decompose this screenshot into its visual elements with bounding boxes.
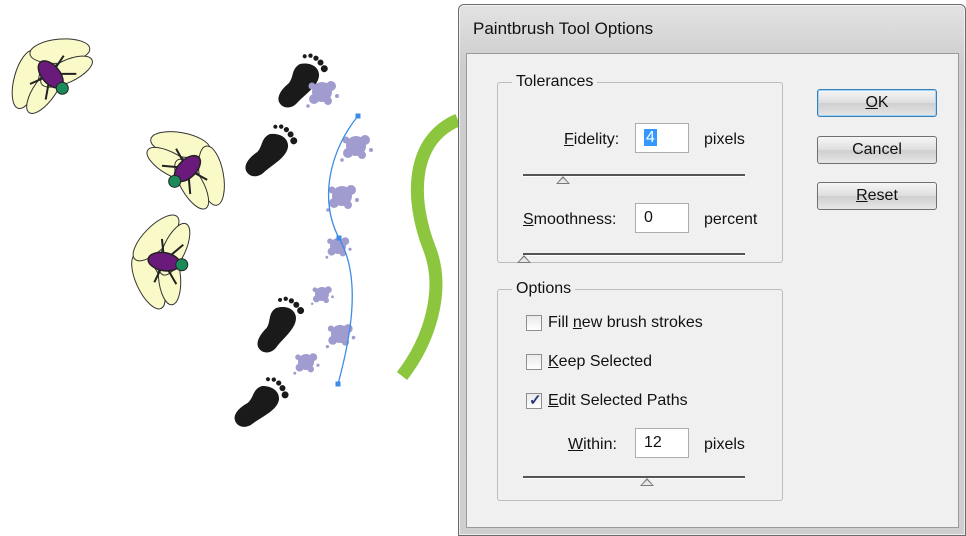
paint-splat-5[interactable] <box>310 286 334 306</box>
fly-illustration-3[interactable] <box>115 201 200 320</box>
edit-selected-paths-checkbox[interactable]: ✓ <box>526 392 542 409</box>
path-anchor-middle[interactable] <box>336 235 342 241</box>
options-group: Options Fill new brush strokes Keep Sele… <box>497 280 783 501</box>
checkmark-icon: ✓ <box>529 392 542 409</box>
paint-splat-1[interactable] <box>306 81 339 108</box>
footprint-2[interactable] <box>242 118 302 188</box>
fidelity-input[interactable]: 4 <box>635 123 689 153</box>
tolerances-legend: Tolerances <box>516 73 594 90</box>
fly-illustration-2[interactable] <box>130 102 254 226</box>
within-unit: pixels <box>704 436 745 453</box>
within-label: Within: <box>568 436 617 453</box>
edit-selected-paths-label: Edit Selected Paths <box>548 392 688 409</box>
smoothness-label: Smoothness: <box>523 211 617 228</box>
paint-splat-7[interactable] <box>293 353 320 375</box>
keep-selected-label: Keep Selected <box>548 353 653 370</box>
artboard-canvas[interactable] <box>0 0 470 536</box>
smoothness-input[interactable]: 0 <box>635 203 689 233</box>
paint-splat-3[interactable] <box>326 185 359 212</box>
reset-button[interactable]: Reset <box>817 182 937 210</box>
within-slider-track[interactable] <box>523 476 745 479</box>
within-input[interactable]: 12 <box>635 428 689 458</box>
smoothness-unit: percent <box>704 211 758 228</box>
tolerances-group: Tolerances Fidelity: 4 pixels Smoothness… <box>497 73 783 263</box>
fidelity-slider-thumb[interactable] <box>556 176 570 184</box>
fill-new-brush-strokes-label: Fill new brush strokes <box>548 314 703 331</box>
path-anchor-top[interactable] <box>355 113 361 119</box>
dialog-client-area: Tolerances Fidelity: 4 pixels Smoothness… <box>466 53 959 528</box>
keep-selected-checkbox[interactable] <box>526 354 542 370</box>
smoothness-slider-track[interactable] <box>523 253 745 256</box>
fly-illustration-1[interactable] <box>0 9 110 130</box>
footprint-3[interactable] <box>254 292 307 361</box>
fidelity-label: Fidelity: <box>564 131 620 148</box>
footprint-4[interactable] <box>231 370 293 440</box>
options-legend: Options <box>516 280 572 297</box>
ok-button[interactable]: OK <box>817 89 937 117</box>
within-slider-thumb[interactable] <box>640 478 654 486</box>
green-brush-stroke[interactable] <box>396 114 461 380</box>
paint-splat-6[interactable] <box>325 324 356 349</box>
paintbrush-options-dialog: Paintbrush Tool Options Tolerances Fidel… <box>458 4 966 536</box>
path-anchor-bottom[interactable] <box>335 381 341 387</box>
paint-splat-2[interactable] <box>340 135 373 162</box>
smoothness-slider-thumb[interactable] <box>517 255 531 263</box>
cancel-button[interactable]: Cancel <box>817 136 937 164</box>
fidelity-unit: pixels <box>704 131 745 148</box>
dialog-title: Paintbrush Tool Options <box>473 19 654 38</box>
fill-new-brush-strokes-checkbox[interactable] <box>526 315 542 331</box>
